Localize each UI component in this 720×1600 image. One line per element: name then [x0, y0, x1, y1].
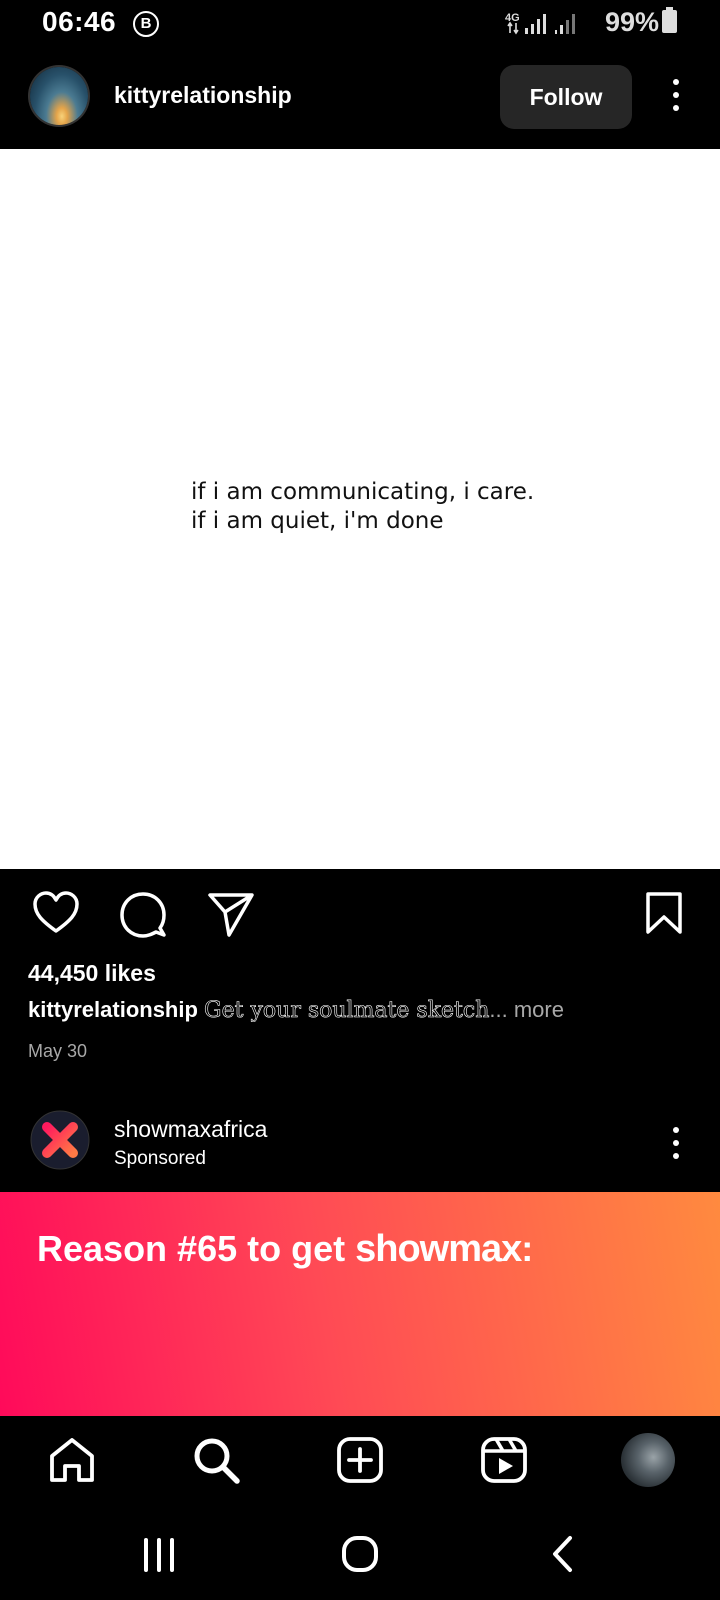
ad-banner[interactable] [0, 1192, 720, 1416]
back-icon[interactable] [546, 1534, 580, 1574]
search-icon[interactable] [192, 1436, 240, 1484]
status-time: 06:46 [42, 6, 117, 37]
battery-percent: 99% [605, 7, 660, 37]
recents-icon[interactable] [140, 1535, 180, 1575]
follow-button[interactable]: Follow [500, 65, 632, 129]
system-navigation-bar [0, 1512, 720, 1600]
ad-headline: Reason #65 to get showmax: [37, 1228, 533, 1271]
post-author-username[interactable]: kittyrelationship [114, 82, 292, 109]
showmax-avatar[interactable] [30, 1110, 90, 1170]
create-icon[interactable] [336, 1436, 384, 1484]
caption-more-link[interactable]: ... more [489, 997, 564, 1022]
reels-icon[interactable] [480, 1436, 528, 1484]
showmax-logo: showmax [355, 1228, 522, 1270]
post-author-avatar[interactable] [30, 67, 88, 125]
quote-line-2: if i am quiet, i'm done [191, 508, 444, 534]
post-date: May 30 [28, 1041, 88, 1061]
post-image[interactable]: if i am communicating, i care. if i am q… [0, 149, 720, 869]
b-badge-icon: B [133, 11, 159, 37]
home-icon[interactable] [48, 1436, 96, 1484]
post-caption[interactable]: kittyrelationship Get your soulmate sket… [28, 997, 564, 1023]
comment-icon[interactable] [119, 891, 167, 939]
heart-icon[interactable] [32, 891, 80, 935]
bookmark-icon[interactable] [645, 891, 683, 935]
battery-icon [662, 7, 677, 33]
status-bar: 06:46 B 4G 99% [0, 0, 720, 48]
share-icon[interactable] [207, 891, 255, 937]
signal-icon: 4G [505, 12, 575, 35]
sponsored-label: Sponsored [114, 1148, 206, 1169]
bottom-nav [0, 1416, 720, 1512]
likes-count[interactable]: 44,450 likes [28, 960, 156, 987]
ad-more-options-icon[interactable] [664, 1127, 688, 1167]
ad-headline-text: Reason #65 to get [37, 1228, 356, 1269]
ad-headline-suffix: : [521, 1228, 534, 1269]
ad-username[interactable]: showmaxafrica [114, 1116, 267, 1143]
home-circle-icon[interactable] [340, 1534, 380, 1574]
quote-line-1: if i am communicating, i care. [191, 479, 535, 505]
profile-avatar[interactable] [621, 1433, 675, 1487]
post-more-options-icon[interactable] [664, 79, 688, 119]
network-label: 4G [505, 12, 520, 24]
caption-username[interactable]: kittyrelationship [28, 997, 198, 1022]
caption-text: Get your soulmate sketch [204, 998, 490, 1024]
